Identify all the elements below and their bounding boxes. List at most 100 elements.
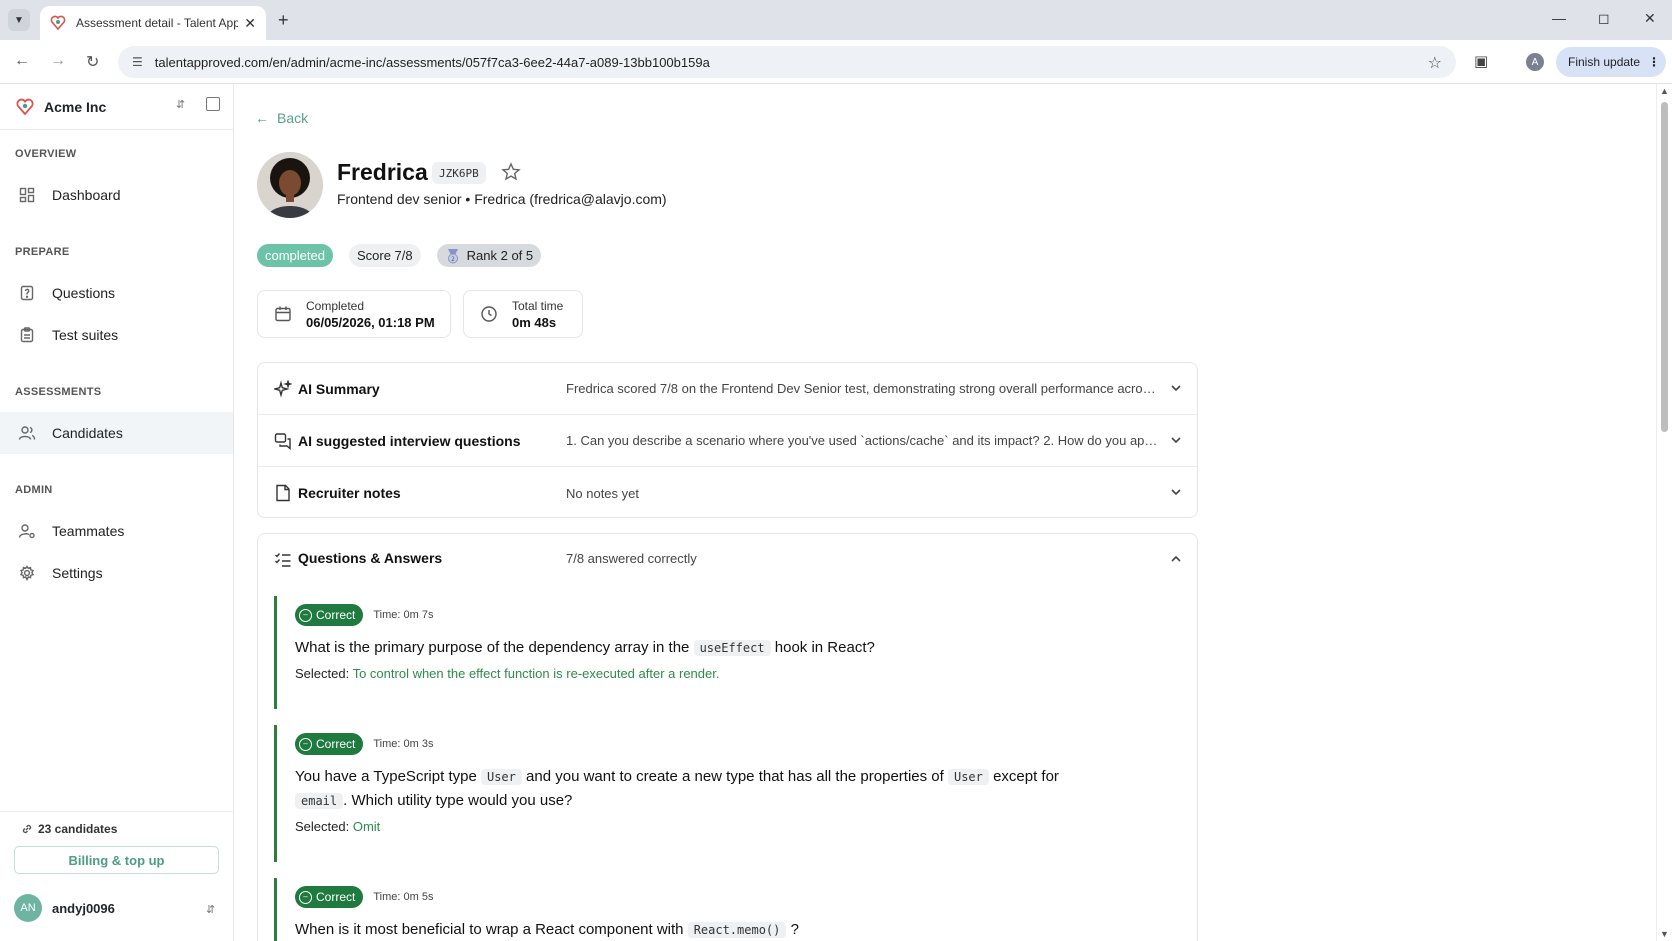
selected-answer-text: To control when the effect function is r… bbox=[352, 666, 720, 681]
avatar: AN bbox=[14, 894, 42, 922]
question-text-part: When is it most beneficial to wrap a Rea… bbox=[295, 921, 684, 938]
url-text: talentapproved.com/en/admin/acme-inc/ass… bbox=[154, 54, 710, 70]
more-icon: ⋮ bbox=[1648, 55, 1661, 69]
question-card: – Correct Time: 0m 7s What is the primary… bbox=[274, 596, 1179, 709]
gear-icon bbox=[18, 564, 36, 582]
correct-badge: – Correct bbox=[295, 733, 364, 755]
ai-summary-accordion[interactable]: AI Summary Fredrica scored 7/8 on the Fr… bbox=[258, 363, 1197, 415]
rank-label: Rank 2 of 5 bbox=[466, 248, 534, 263]
question-card: – Correct Time: 0m 5s When is it most ben… bbox=[274, 878, 1179, 941]
chevron-up-down-icon[interactable]: ⇵ bbox=[176, 98, 185, 111]
minimize-icon[interactable]: — bbox=[1552, 10, 1566, 26]
browser-tabbar: ▼ Assessment detail - Talent Approved ✕ … bbox=[0, 0, 1672, 40]
window-close-icon[interactable]: ✕ bbox=[1644, 10, 1656, 27]
back-arrow-icon[interactable]: ← bbox=[14, 52, 30, 70]
favorite-star-icon[interactable] bbox=[501, 162, 521, 182]
sidebar-item-settings[interactable]: Settings bbox=[0, 552, 233, 594]
bookmark-star-icon[interactable]: ☆ bbox=[1428, 53, 1442, 73]
section-overview: OVERVIEW bbox=[15, 148, 77, 160]
question-text-part: except for bbox=[993, 768, 1059, 785]
address-bar[interactable]: ☰ talentapproved.com/en/admin/acme-inc/a… bbox=[118, 46, 1456, 78]
interview-questions-title: AI suggested interview questions bbox=[298, 432, 521, 449]
tab-search-icon[interactable]: ▼ bbox=[8, 9, 30, 31]
total-time-label: Total time bbox=[512, 298, 564, 313]
talent-approved-favicon bbox=[50, 15, 66, 31]
ai-summary-preview: Fredrica scored 7/8 on the Frontend Dev … bbox=[566, 381, 1160, 396]
question-text-part: What is the primary purpose of the depen… bbox=[295, 639, 690, 656]
scroll-down-icon[interactable]: ▼ bbox=[1660, 929, 1669, 939]
selected-answer: Selected: To control when the effect fun… bbox=[295, 666, 1179, 681]
acme-logo-icon bbox=[16, 98, 34, 115]
extensions-icon[interactable]: ▣ bbox=[1474, 52, 1488, 70]
profile-avatar[interactable]: A bbox=[1526, 53, 1544, 71]
sidebar-item-questions[interactable]: Questions bbox=[0, 272, 233, 314]
sidebar-toggle-icon[interactable] bbox=[206, 97, 220, 111]
question-text: When is it most beneficial to wrap a Rea… bbox=[295, 918, 1179, 941]
completed-label: Completed bbox=[306, 298, 365, 313]
section-admin: ADMIN bbox=[15, 484, 53, 496]
recruiter-notes-accordion[interactable]: Recruiter notes No notes yet bbox=[258, 467, 1197, 519]
candidates-count: 23 candidates bbox=[20, 822, 117, 836]
sidebar-item-dashboard[interactable]: Dashboard bbox=[0, 174, 233, 216]
interview-questions-accordion[interactable]: AI suggested interview questions 1. Can … bbox=[258, 415, 1197, 467]
medal-icon: 2 bbox=[447, 248, 458, 263]
maximize-icon[interactable]: ◻ bbox=[1598, 10, 1610, 27]
tab-title: Assessment detail - Talent Approved bbox=[76, 16, 239, 30]
address-bar-row: ← → ↻ ☰ talentapproved.com/en/admin/acme… bbox=[0, 40, 1672, 84]
scroll-up-icon[interactable]: ▲ bbox=[1660, 86, 1669, 96]
qa-title: Questions & Answers bbox=[298, 550, 443, 566]
browser-tab[interactable]: Assessment detail - Talent Approved ✕ bbox=[40, 6, 266, 40]
sidebar-item-teammates[interactable]: Teammates bbox=[0, 510, 233, 552]
note-icon bbox=[276, 484, 290, 502]
chat-bubbles-icon bbox=[274, 433, 291, 450]
tab-close-icon[interactable]: ✕ bbox=[244, 15, 256, 32]
question-time: Time: 0m 3s bbox=[373, 738, 434, 750]
user-menu[interactable]: AN andyj0096 bbox=[14, 894, 115, 922]
user-cog-icon bbox=[18, 522, 36, 540]
question-card: – Correct Time: 0m 3s You have a TypeScri… bbox=[274, 725, 1179, 862]
question-file-icon bbox=[18, 284, 36, 302]
correct-label: Correct bbox=[316, 608, 356, 622]
inline-code: User bbox=[947, 769, 989, 785]
sidebar-item-test-suites[interactable]: Test suites bbox=[0, 314, 233, 356]
sidebar-item-candidates[interactable]: Candidates bbox=[0, 412, 233, 454]
check-circle-icon: – bbox=[299, 890, 312, 904]
back-link[interactable]: ← Back bbox=[255, 110, 308, 126]
reload-icon[interactable]: ↻ bbox=[86, 52, 99, 72]
forward-arrow-icon[interactable]: → bbox=[50, 52, 66, 70]
candidate-photo-icon bbox=[257, 152, 323, 218]
sidebar-item-label: Test suites bbox=[52, 327, 119, 343]
candidate-code-badge: JZK6PB bbox=[432, 162, 486, 184]
finish-update-button[interactable]: Finish update ⋮ bbox=[1556, 47, 1666, 77]
question-text-part: and you want to create a new type that h… bbox=[526, 768, 944, 785]
org-switcher[interactable]: Acme Inc ⇵ bbox=[0, 84, 233, 130]
scrollbar-thumb[interactable] bbox=[1661, 102, 1668, 432]
completed-value: 06/05/2026, 01:18 PM bbox=[306, 314, 435, 330]
candidate-name: Fredrica bbox=[337, 159, 428, 185]
chevron-up-down-icon[interactable]: ⇵ bbox=[206, 903, 215, 916]
site-info-icon[interactable]: ☰ bbox=[132, 55, 143, 69]
recruiter-notes-title: Recruiter notes bbox=[298, 485, 401, 501]
selected-answer: Selected: Omit bbox=[295, 819, 1179, 834]
users-icon bbox=[18, 424, 36, 442]
sidebar-item-label: Candidates bbox=[52, 425, 123, 441]
new-tab-icon[interactable]: + bbox=[278, 10, 289, 31]
main-content: ← Back Fredrica JZK6PB Frontend dev seni… bbox=[235, 84, 1655, 941]
chevron-down-icon bbox=[1171, 489, 1181, 496]
correct-badge: – Correct bbox=[295, 604, 364, 626]
question-text-part: You have a TypeScript type bbox=[295, 768, 477, 785]
svg-text:2: 2 bbox=[451, 256, 455, 263]
clock-icon bbox=[481, 306, 497, 322]
billing-top-up-button[interactable]: Billing & top up bbox=[14, 846, 219, 874]
rank-badge: 2 Rank 2 of 5 bbox=[436, 244, 542, 267]
qa-accordion-header[interactable]: Questions & Answers 7/8 answered correct… bbox=[258, 534, 1197, 584]
sidebar-item-label: Questions bbox=[52, 285, 116, 301]
sidebar-item-label: Settings bbox=[52, 565, 103, 581]
page-scrollbar[interactable]: ▲ ▼ bbox=[1656, 84, 1672, 941]
check-circle-icon: – bbox=[299, 737, 312, 751]
sidebar-item-label: Dashboard bbox=[52, 187, 121, 203]
sidebar-footer: 23 candidates Billing & top up AN andyj0… bbox=[0, 811, 234, 941]
sidebar: Acme Inc ⇵ OVERVIEW Dashboard PREPARE Qu… bbox=[0, 84, 234, 941]
selected-label: Selected: bbox=[295, 819, 350, 834]
recruiter-notes-preview: No notes yet bbox=[566, 485, 639, 501]
